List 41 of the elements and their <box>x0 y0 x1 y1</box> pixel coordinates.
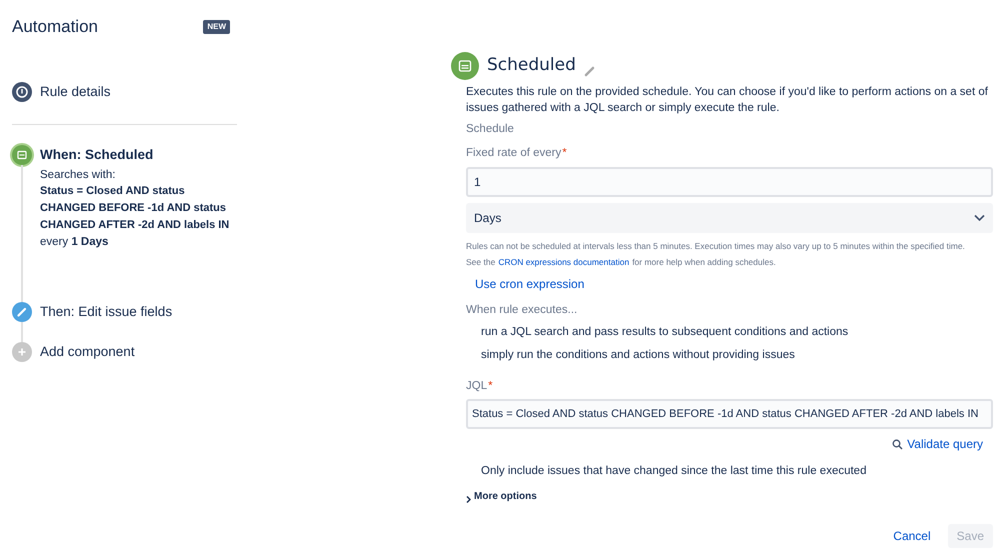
plus-icon <box>12 342 32 362</box>
required-icon: * <box>488 378 493 395</box>
step-title[interactable]: Then: Edit issue fields <box>40 302 172 322</box>
panel-title: Scheduled <box>487 54 576 78</box>
info-icon <box>12 82 32 102</box>
jql-field[interactable]: Status = Closed AND status CHANGED BEFORE -1d AND status CHANGED AFTER -2d AND labels IN <box>466 399 993 429</box>
new-label: NEW <box>203 20 230 34</box>
cancel-button[interactable]: Cancel <box>884 524 940 548</box>
field-label: JQL <box>466 378 488 394</box>
unit-dropdown[interactable]: Days <box>466 202 993 232</box>
section-label: Schedule <box>466 122 515 137</box>
checkbox-label[interactable]: Only include issues that have changed since the last time this rule executed <box>481 463 866 480</box>
step-title[interactable]: Add component <box>40 342 135 362</box>
cron-link[interactable]: Use cron expression <box>475 275 584 293</box>
chevron-right-icon <box>466 496 471 503</box>
step-title[interactable]: Rule details <box>40 82 111 102</box>
documentation-link[interactable]: CRON expressions documentation <box>498 256 630 269</box>
calendar-icon <box>451 52 479 80</box>
option-label[interactable]: simply run the conditions and actions without providing issues <box>481 346 795 364</box>
option-label[interactable]: run a JQL search and pass results to subsequent conditions and actions <box>481 324 848 342</box>
required-icon: * <box>562 145 567 162</box>
field-label: Fixed rate of every <box>466 146 562 162</box>
step-label: Searches with: <box>40 168 116 182</box>
rate-field[interactable]: 1 <box>466 166 993 196</box>
help-text: Rules can not be scheduled at intervals less than 5 minutes. Execution times may also vary up to 5 minutes within the specified time. <box>466 240 966 252</box>
calendar-icon <box>12 144 32 164</box>
schedule-text: every 1 Days <box>40 234 110 250</box>
help-text: for more help when adding schedules. <box>632 256 776 269</box>
section-label: When rule executes... <box>466 303 578 318</box>
step-title[interactable]: When: Scheduled <box>40 144 240 164</box>
more-options-toggle[interactable]: More options <box>474 489 537 504</box>
search-icon <box>892 438 904 450</box>
pencil-icon <box>12 302 32 322</box>
dropdown-value: Days <box>474 210 502 226</box>
description-text: Executes this rule on the provided schedule. You can choose if you'd like to perform actions on a set of issues gathered with a JQL search or simply execute the rule. <box>466 85 989 116</box>
query-text: Status = Closed AND status CHANGED BEFORE -1d AND status CHANGED AFTER -2d AND labels IN <box>40 184 230 232</box>
chevron-down-icon <box>974 214 985 222</box>
edit-icon[interactable] <box>584 65 596 77</box>
sidebar-title: Automation <box>12 16 98 38</box>
help-text: See the <box>466 256 496 269</box>
validate-link[interactable]: Validate query <box>907 435 983 453</box>
